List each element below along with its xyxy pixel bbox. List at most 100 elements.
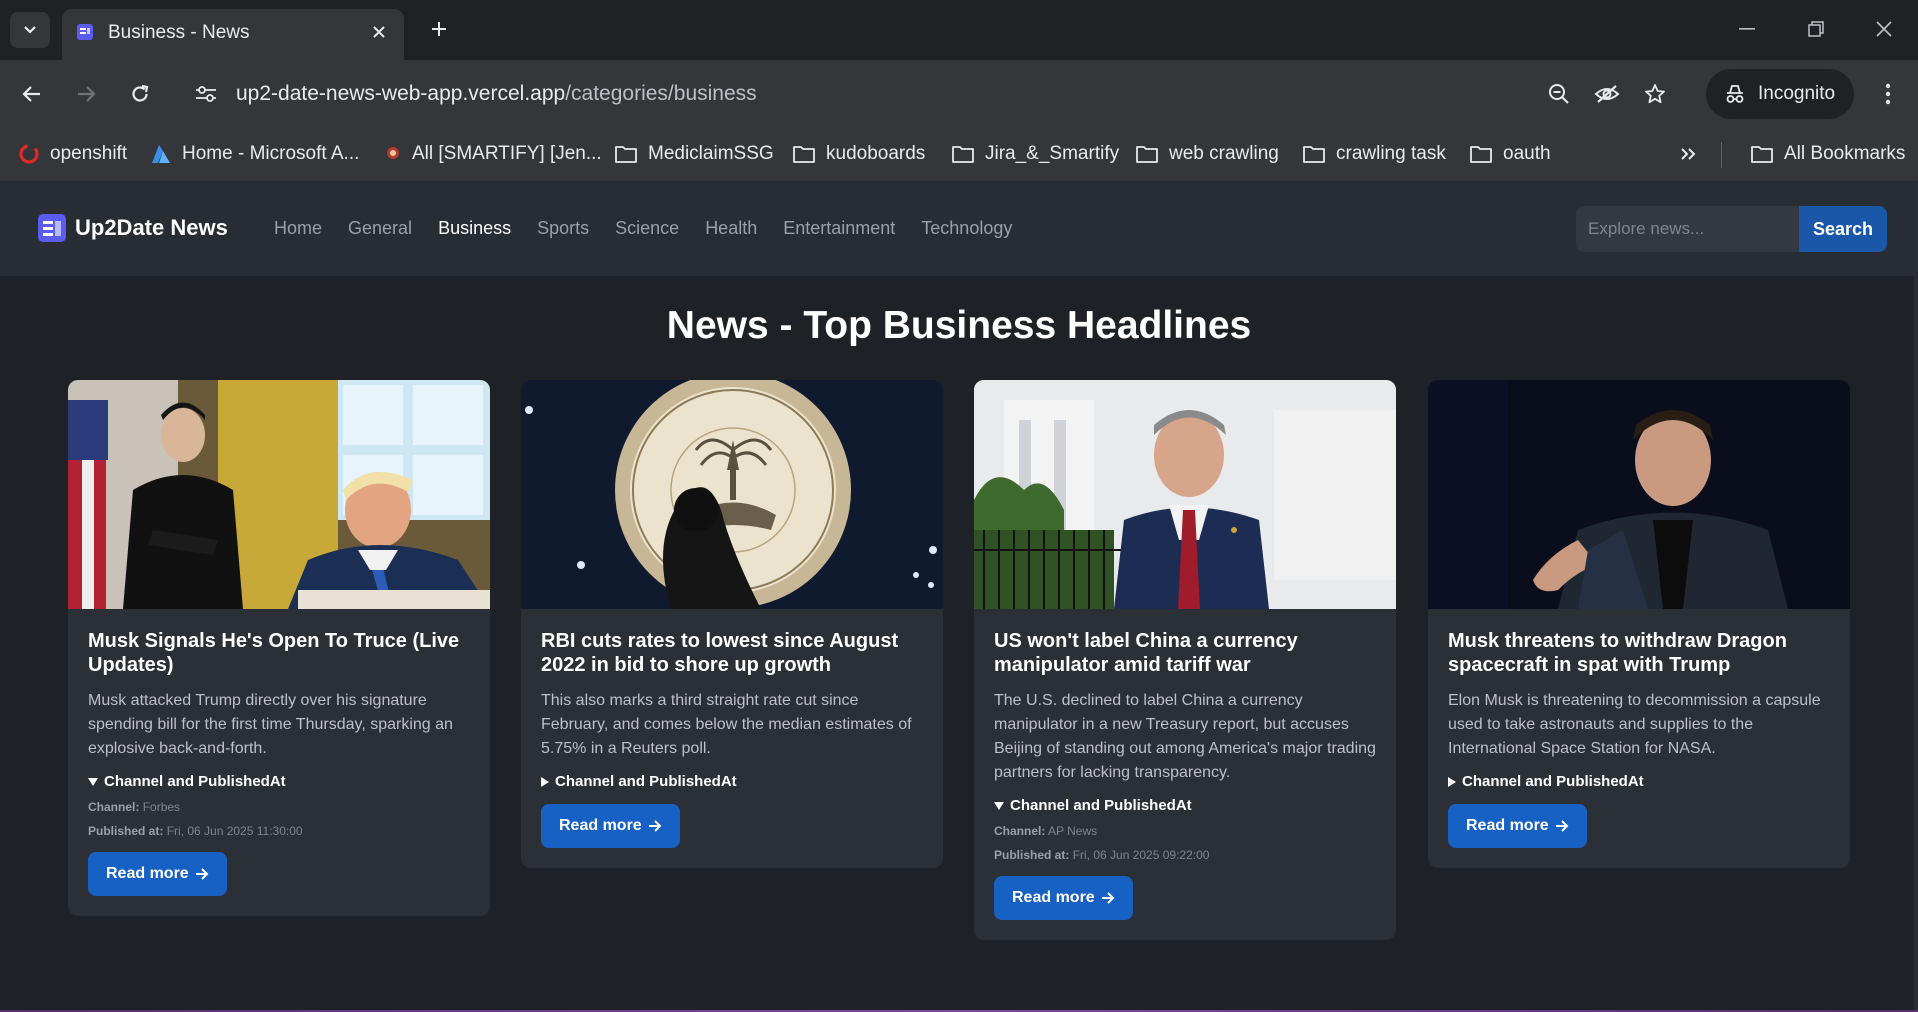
details-label: Channel and PublishedAt: [1010, 797, 1192, 814]
zoom-button[interactable]: [1541, 76, 1577, 112]
bookmark-star-button[interactable]: [1637, 76, 1673, 112]
article-photo-treasury-official: [974, 380, 1396, 609]
read-more-button[interactable]: Read more: [994, 876, 1133, 920]
published-value: Fri, 06 Jun 2025 11:30:00: [166, 824, 303, 838]
url-path: /categories/business: [565, 82, 757, 105]
nav-link-health[interactable]: Health: [705, 218, 757, 239]
article-description: This also marks a third straight rate cu…: [541, 692, 912, 757]
triangle-right-icon: [1448, 776, 1456, 787]
article-card: RBI cuts rates to lowest since August 20…: [521, 380, 943, 868]
article-description: The U.S. declined to label China a curre…: [994, 692, 1376, 781]
tab-search-button[interactable]: [10, 12, 50, 48]
bookmark-smartify-jenkins[interactable]: All [SMARTIFY] [Jen...: [384, 138, 602, 170]
details-toggle[interactable]: Channel and PublishedAt: [1448, 773, 1830, 790]
bookmark-folder-jira-smartify[interactable]: Jira_&_Smartify: [951, 138, 1119, 170]
nav-link-entertainment[interactable]: Entertainment: [783, 218, 895, 239]
bookmark-folder-mediclaimssg[interactable]: MediclaimSSG: [614, 138, 774, 170]
details-label: Channel and PublishedAt: [104, 773, 286, 790]
site-info-button[interactable]: [188, 76, 224, 112]
article-meta: Channel: AP News Published at: Fri, 06 J…: [994, 824, 1376, 862]
incognito-label: Incognito: [1758, 83, 1836, 104]
bookmark-label: oauth: [1503, 143, 1551, 164]
bookmark-folder-oauth[interactable]: oauth: [1469, 138, 1551, 170]
bookmark-folder-crawling-task[interactable]: crawling task: [1302, 138, 1446, 170]
bookmark-label: All [SMARTIFY] [Jen...: [412, 143, 602, 164]
nav-link-technology[interactable]: Technology: [921, 218, 1012, 239]
bookmark-folder-web-crawling[interactable]: web crawling: [1135, 138, 1279, 170]
page-title: News - Top Business Headlines: [666, 304, 1252, 347]
nav-link-science[interactable]: Science: [615, 218, 679, 239]
news-logo-icon: [38, 214, 66, 242]
search-button[interactable]: Search: [1799, 206, 1887, 252]
read-more-button[interactable]: Read more: [1448, 804, 1587, 848]
bookmark-label: kudoboards: [826, 143, 926, 164]
reload-button[interactable]: [122, 76, 158, 112]
bookmarks-overflow-button[interactable]: [1679, 138, 1697, 170]
arrow-right-icon: [78, 86, 96, 102]
bookmark-openshift[interactable]: openshift: [18, 138, 127, 170]
folder-icon: [1303, 146, 1325, 163]
details-toggle[interactable]: Channel and PublishedAt: [88, 773, 470, 790]
details-toggle[interactable]: Channel and PublishedAt: [994, 797, 1376, 814]
chevron-down-icon: [24, 26, 36, 34]
restore-button[interactable]: [1798, 14, 1834, 44]
azure-icon: [152, 145, 170, 163]
site-name: Up2Date News: [75, 215, 228, 240]
nav-link-business[interactable]: Business: [438, 218, 511, 239]
triangle-down-icon: [994, 801, 1004, 810]
close-icon: [373, 26, 385, 38]
nav-link-home[interactable]: Home: [274, 218, 322, 239]
bookmark-label: openshift: [50, 143, 128, 164]
article-title[interactable]: Musk threatens to withdraw Dragon spacec…: [1448, 629, 1830, 677]
article-photo-musk-trump: [68, 380, 490, 609]
arrow-right-icon: [195, 868, 209, 880]
bookmark-label: MediclaimSSG: [648, 143, 774, 164]
published-label: Published at:: [994, 848, 1070, 862]
bookmark-folder-kudoboards[interactable]: kudoboards: [792, 138, 925, 170]
published-value: Fri, 06 Jun 2025 09:22:00: [1072, 848, 1210, 862]
restore-icon: [1808, 21, 1824, 37]
incognito-indicator[interactable]: Incognito: [1706, 69, 1854, 119]
bookmark-home-microsoft[interactable]: Home - Microsoft A...: [150, 138, 359, 170]
all-bookmarks-button[interactable]: All Bookmarks: [1750, 138, 1905, 170]
forward-button[interactable]: [68, 76, 104, 112]
browser-tab-active[interactable]: Business - News: [62, 9, 404, 60]
back-button[interactable]: [14, 76, 50, 112]
article-photo-elon-musk: [1428, 380, 1850, 609]
address-bar[interactable]: up2-date-news-web-app.vercel.app/categor…: [236, 82, 757, 106]
close-icon: [1876, 21, 1892, 37]
web-page: Up2Date News Home General Business Sport…: [0, 182, 1918, 1012]
article-card: Musk threatens to withdraw Dragon spacec…: [1428, 380, 1850, 868]
article-card: Musk Signals He's Open To Truce (Live Up…: [68, 380, 490, 916]
page-scrollbar[interactable]: [1914, 182, 1918, 1012]
article-title[interactable]: Musk Signals He's Open To Truce (Live Up…: [88, 629, 470, 677]
site-logo[interactable]: Up2Date News: [37, 213, 228, 243]
bookmark-label: crawling task: [1336, 143, 1446, 164]
folder-icon: [952, 146, 974, 163]
site-favicon-icon: [77, 24, 93, 40]
search-input[interactable]: [1576, 206, 1799, 252]
minimize-icon: [1739, 28, 1755, 30]
folder-icon: [1751, 146, 1773, 163]
close-window-button[interactable]: [1866, 14, 1902, 44]
nav-link-sports[interactable]: Sports: [537, 218, 589, 239]
minimize-button[interactable]: [1729, 14, 1765, 44]
article-title[interactable]: RBI cuts rates to lowest since August 20…: [541, 629, 923, 677]
reload-icon: [132, 84, 149, 102]
read-more-button[interactable]: Read more: [541, 804, 680, 848]
folder-icon: [1470, 146, 1492, 163]
new-tab-button[interactable]: [424, 14, 454, 44]
tracking-protection-button[interactable]: [1589, 76, 1625, 112]
nav-link-general[interactable]: General: [348, 218, 412, 239]
jenkins-icon: [387, 147, 399, 159]
bookmarks-bar: openshift Home - Microsoft A... All [SMA…: [0, 128, 1918, 182]
details-toggle[interactable]: Channel and PublishedAt: [541, 773, 923, 790]
article-title[interactable]: US won't label China a currency manipula…: [994, 629, 1376, 677]
read-more-label: Read more: [106, 865, 189, 882]
all-bookmarks-label: All Bookmarks: [1784, 143, 1906, 164]
article-description: Elon Musk is threatening to decommission…: [1448, 692, 1821, 757]
browser-menu-button[interactable]: [1870, 76, 1906, 112]
kebab-menu-icon: [1885, 83, 1891, 105]
read-more-button[interactable]: Read more: [88, 852, 227, 896]
tab-close-button[interactable]: [368, 21, 390, 43]
